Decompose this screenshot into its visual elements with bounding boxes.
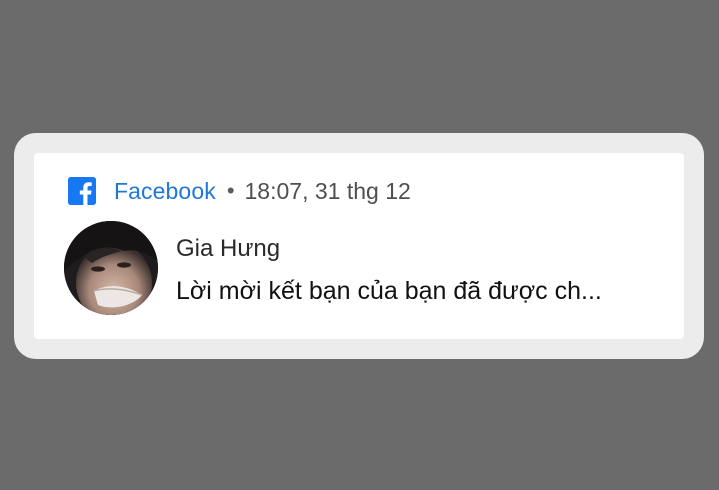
notification-message: Lời mời kết bạn của bạn đã được ch... (176, 277, 602, 305)
notification-header: Facebook • 18:07, 31 thg 12 (68, 177, 411, 205)
header-separator: • (226, 178, 235, 203)
facebook-logo-icon (68, 177, 96, 205)
notification-timestamp: 18:07, 31 thg 12 (244, 177, 411, 204)
notification-card[interactable]: Facebook • 18:07, 31 thg 12 Gia Hưng Lời… (34, 153, 684, 339)
sender-avatar (64, 221, 158, 315)
sender-name: Gia Hưng (176, 235, 281, 262)
app-name: Facebook (114, 177, 216, 204)
notification-card-frame: Facebook • 18:07, 31 thg 12 Gia Hưng Lời… (14, 133, 704, 359)
